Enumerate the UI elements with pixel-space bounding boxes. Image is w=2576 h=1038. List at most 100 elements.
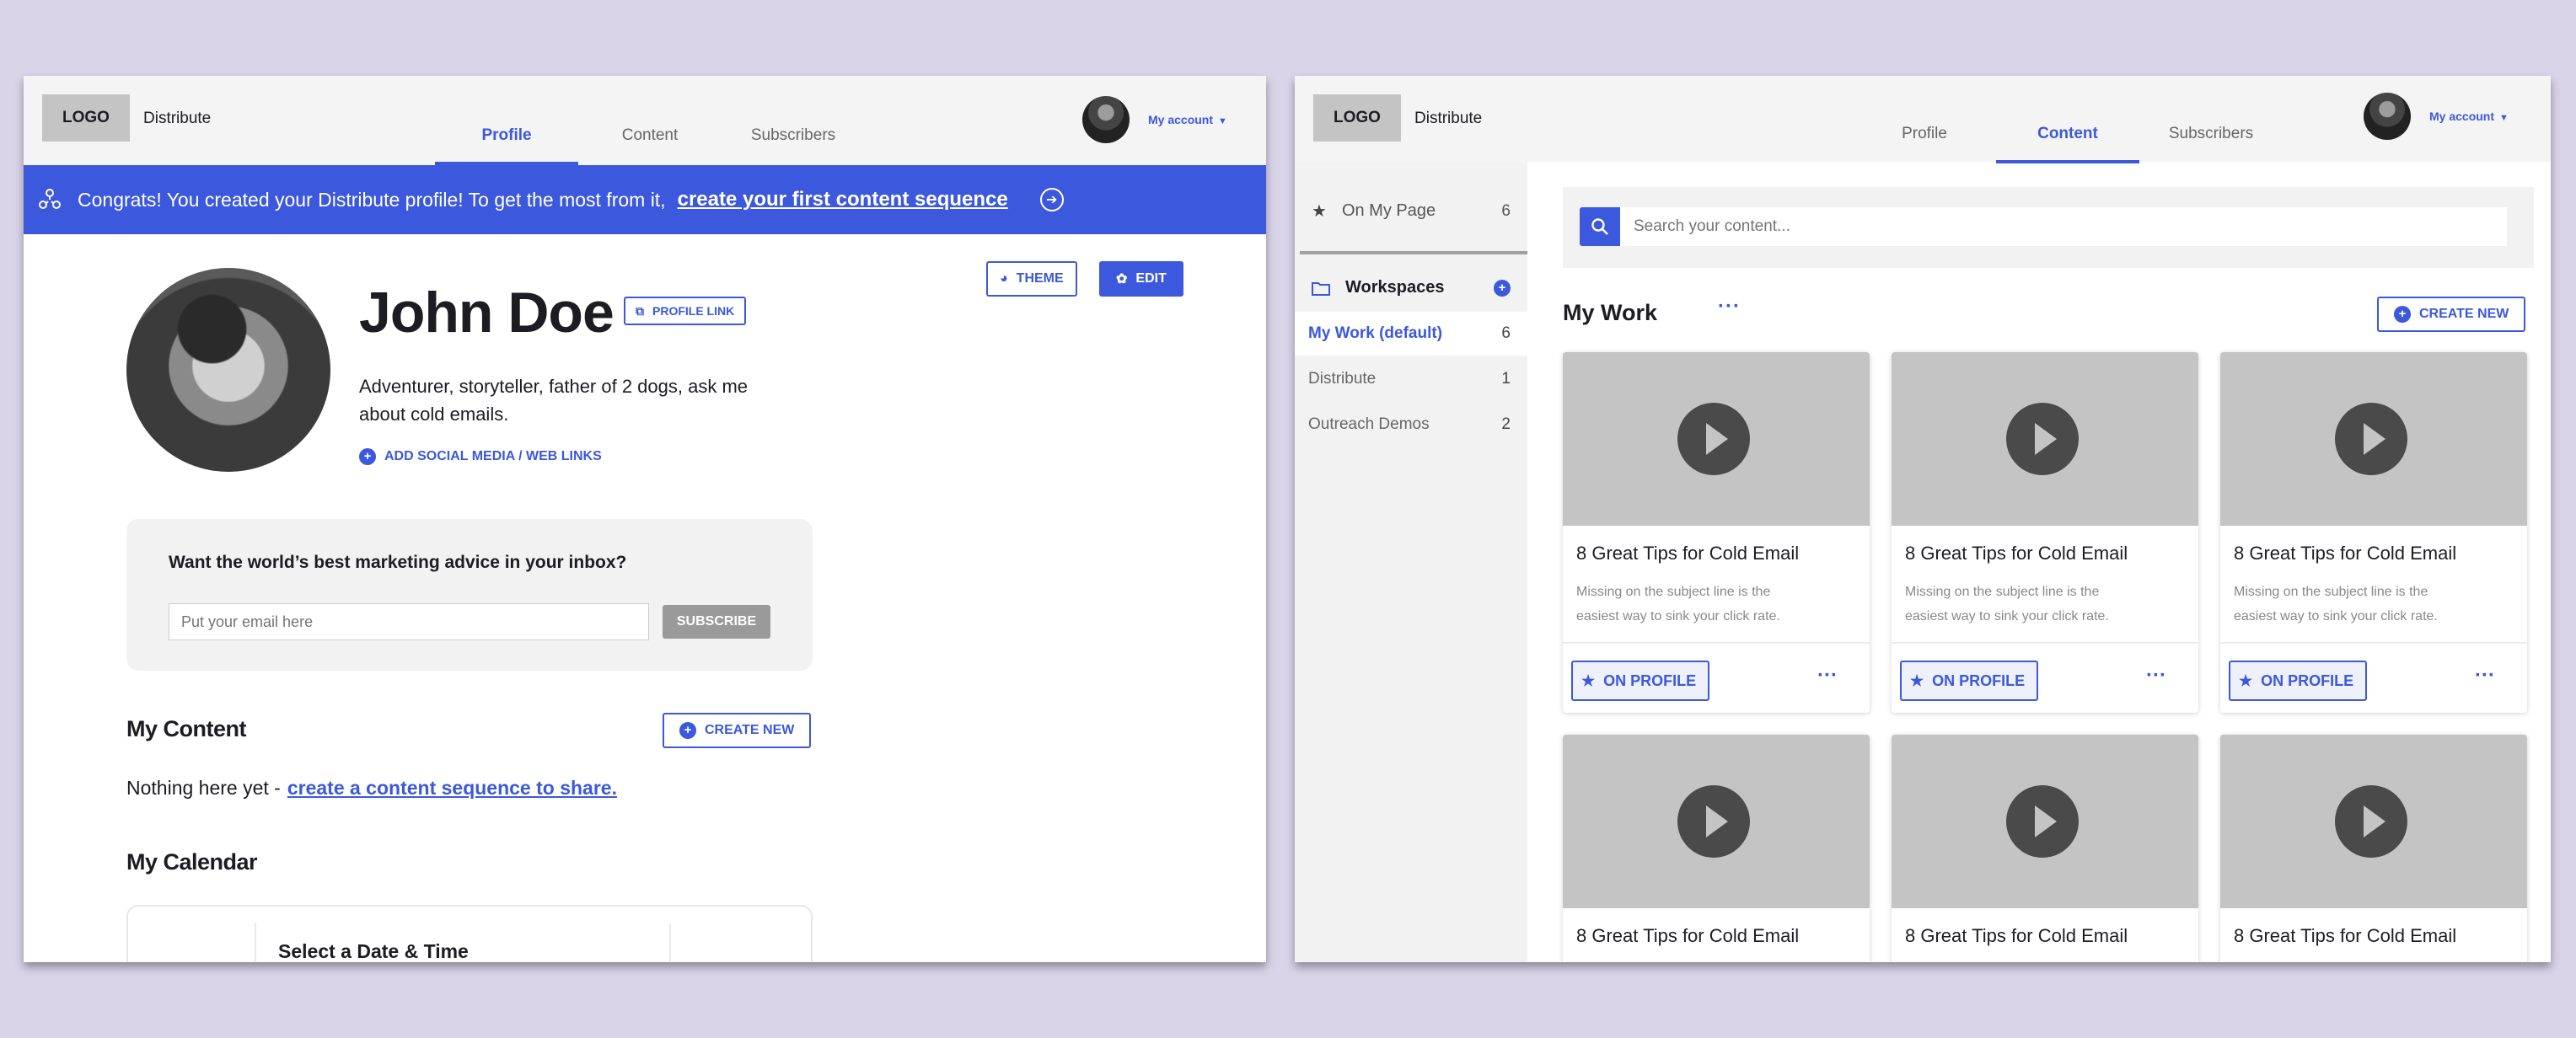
on-profile-button[interactable]: ★ ON PROFILE [2229, 661, 2368, 701]
workspaces-header: Workspaces + [1312, 278, 1511, 297]
calendar-title: Select a Date & Time [278, 940, 469, 962]
newsletter-heading: Want the world’s best marketing advice i… [169, 553, 627, 572]
profile-link-label: PROFILE LINK [652, 304, 735, 318]
plus-circle-icon: + [359, 448, 376, 465]
plus-circle-icon: + [2394, 306, 2411, 323]
card-description: Missing on the subject line is the easie… [2234, 585, 2438, 623]
empty-text: Nothing here yet - [126, 777, 281, 799]
play-icon[interactable] [2335, 403, 2407, 475]
logo: LOGO [42, 94, 130, 142]
play-icon[interactable] [2335, 785, 2407, 858]
logo: LOGO [1313, 94, 1401, 142]
content-window: LOGO Distribute Profile Content Subscrib… [1295, 76, 2551, 962]
sidebar: ★ On My Page 6 Workspaces + My Work (def… [1295, 162, 1527, 962]
theme-button[interactable]: ◕ THEME [986, 261, 1077, 297]
card-description: Missing on the subject line is the easie… [1576, 585, 1780, 623]
card-thumbnail[interactable] [1563, 735, 1870, 908]
edit-button[interactable]: ✿ EDIT [1099, 261, 1183, 297]
palette-icon: ◕ [1000, 271, 1008, 286]
avatar[interactable] [1082, 96, 1130, 143]
gear-icon: ✿ [1116, 272, 1128, 286]
sidebar-item-my-work[interactable]: My Work (default) 6 [1295, 312, 1527, 356]
play-icon[interactable] [1677, 403, 1750, 475]
star-icon: ★ [1910, 671, 1924, 689]
divider [255, 923, 256, 962]
workspace-count: 1 [1501, 370, 1511, 388]
tab-subscribers[interactable]: Subscribers [722, 123, 865, 165]
search-area [1563, 187, 2534, 268]
account-menu[interactable]: My account ▼ [1082, 96, 1227, 143]
sidebar-item-on-my-page[interactable]: ★ On My Page 6 [1312, 201, 1511, 222]
content-card[interactable]: 8 Great Tips for Cold Email [2220, 735, 2527, 962]
tab-subscribers[interactable]: Subscribers [2139, 121, 2283, 163]
add-links-label: ADD SOCIAL MEDIA / WEB LINKS [384, 449, 602, 463]
newsletter-box: Want the world’s best marketing advice i… [126, 519, 813, 671]
search-input[interactable] [1620, 207, 2507, 246]
star-icon: ★ [1581, 671, 1596, 689]
sidebar-item-distribute[interactable]: Distribute 1 [1295, 357, 1527, 401]
banner-link[interactable]: create your first content sequence [678, 188, 1008, 211]
play-icon[interactable] [1677, 785, 1750, 858]
card-more-icon[interactable]: ··· [2475, 664, 2495, 688]
caret-down-icon: ▼ [1218, 116, 1227, 126]
on-profile-button[interactable]: ★ ON PROFILE [1900, 661, 2039, 701]
sidebar-item-outreach-demos[interactable]: Outreach Demos 2 [1295, 403, 1527, 447]
on-my-page-label: On My Page [1341, 201, 1436, 220]
edit-label: EDIT [1135, 271, 1167, 286]
content-card[interactable]: 8 Great Tips for Cold Email Missing on t… [1563, 352, 1870, 713]
play-icon[interactable] [2006, 785, 2079, 858]
arrow-right-circle-icon[interactable]: ➔ [1039, 188, 1064, 211]
card-thumbnail[interactable] [1892, 735, 2198, 908]
search-button[interactable] [1580, 207, 1620, 246]
section-title: My Work [1563, 300, 1658, 325]
card-title: 8 Great Tips for Cold Email [1576, 543, 1800, 564]
divider [669, 923, 671, 962]
create-new-button[interactable]: + CREATE NEW [663, 713, 812, 748]
card-title: 8 Great Tips for Cold Email [2234, 925, 2457, 946]
avatar[interactable] [2364, 93, 2411, 140]
create-new-button[interactable]: + CREATE NEW [2377, 297, 2526, 332]
theme-label: THEME [1016, 271, 1064, 286]
caret-down-icon: ▼ [2499, 113, 2509, 123]
card-thumbnail[interactable] [1892, 352, 2198, 526]
create-new-label: CREATE NEW [705, 723, 795, 737]
content-card[interactable]: 8 Great Tips for Cold Email Missing on t… [2220, 352, 2527, 713]
folder-icon [1312, 281, 1330, 296]
account-label[interactable]: My account [2429, 110, 2494, 123]
content-card[interactable]: 8 Great Tips for Cold Email [1892, 735, 2198, 962]
profile-window: LOGO Distribute Profile Content Subscrib… [24, 76, 1266, 962]
more-options-icon[interactable]: ··· [1718, 295, 1741, 318]
tab-profile[interactable]: Profile [1853, 121, 1996, 163]
card-title: 8 Great Tips for Cold Email [1905, 543, 2128, 564]
email-input[interactable] [169, 603, 649, 640]
tab-content[interactable]: Content [1996, 121, 2139, 163]
card-more-icon[interactable]: ··· [1817, 664, 1838, 688]
main-tabs: Profile Content Subscribers [435, 123, 865, 165]
calendar-widget: Select a Date & Time [126, 905, 813, 962]
card-more-icon[interactable]: ··· [2146, 664, 2166, 688]
account-menu[interactable]: My account ▼ [2364, 93, 2509, 140]
profile-link-button[interactable]: ⧉ PROFILE LINK [624, 297, 747, 325]
add-social-links[interactable]: + ADD SOCIAL MEDIA / WEB LINKS [359, 448, 602, 465]
profile-avatar [126, 268, 330, 472]
card-title: 8 Great Tips for Cold Email [1905, 925, 2128, 946]
content-card[interactable]: 8 Great Tips for Cold Email [1563, 735, 1870, 962]
congrats-banner: Congrats! You created your Distribute pr… [24, 165, 1266, 234]
link-icon: ⧉ [636, 303, 644, 318]
on-profile-button[interactable]: ★ ON PROFILE [1571, 661, 1710, 701]
account-label[interactable]: My account [1148, 113, 1213, 126]
card-footer: ★ ON PROFILE ··· [2220, 642, 2527, 701]
top-header: LOGO Distribute Profile Content Subscrib… [24, 76, 1266, 165]
tab-content[interactable]: Content [578, 123, 722, 165]
card-thumbnail[interactable] [2220, 352, 2527, 526]
create-sequence-link[interactable]: create a content sequence to share. [287, 777, 617, 799]
subscribe-button[interactable]: SUBSCRIBE [663, 605, 770, 639]
workspace-label: Distribute [1308, 370, 1377, 388]
card-thumbnail[interactable] [1563, 352, 1870, 526]
play-icon[interactable] [2006, 403, 2079, 475]
card-title: 8 Great Tips for Cold Email [2234, 543, 2457, 564]
add-workspace-icon[interactable]: + [1494, 279, 1511, 297]
content-card[interactable]: 8 Great Tips for Cold Email Missing on t… [1892, 352, 2198, 713]
tab-profile[interactable]: Profile [435, 123, 578, 165]
card-thumbnail[interactable] [2220, 735, 2527, 908]
